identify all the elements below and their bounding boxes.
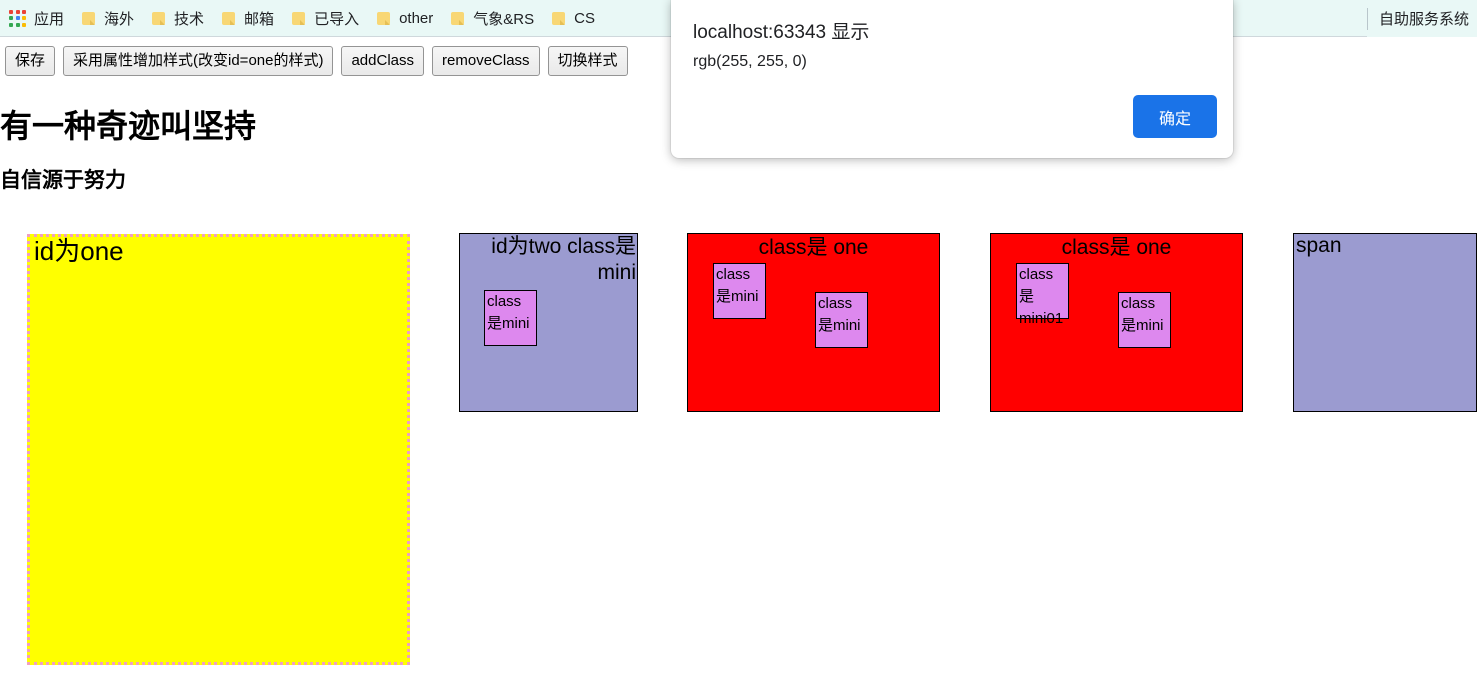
box-class-one-b[interactable]: class是 one class是mini01 class是mini (990, 233, 1243, 412)
apps-grid-icon (9, 9, 26, 27)
bookmark-item-qixiang-rs[interactable]: 气象&RS (444, 4, 543, 32)
bookmark-label: 气象&RS (473, 10, 535, 28)
mini-box[interactable]: class是mini (484, 290, 537, 346)
bookmark-label: other (399, 9, 434, 27)
dialog-ok-button[interactable]: 确定 (1133, 95, 1217, 138)
mini-box[interactable]: class是mini (713, 263, 766, 319)
box-id-one[interactable]: id为one (27, 234, 410, 665)
box-two-label: id为two class是mini (491, 235, 636, 284)
mini-box-label: class是mini (818, 295, 861, 334)
bookmark-label: CS (574, 9, 595, 27)
box-id-two[interactable]: id为two class是mini class是mini (459, 233, 638, 412)
mini-box-label: class是mini01 (1019, 266, 1064, 327)
add-class-button[interactable]: addClass (341, 45, 425, 76)
box-one-label: id为one (34, 236, 124, 266)
folder-icon (551, 11, 566, 26)
folder-icon (376, 11, 391, 26)
mini-box-label: class是mini (487, 293, 530, 332)
bookmark-item-jishu[interactable]: 技术 (145, 4, 213, 32)
box-span-label: span (1296, 234, 1342, 257)
mini-box-label: class是mini (716, 266, 759, 305)
folder-icon (291, 11, 306, 26)
bookmark-label: 海外 (104, 10, 135, 28)
mini-box-01[interactable]: class是mini01 (1016, 263, 1069, 327)
folder-icon (221, 11, 236, 26)
box-four-label: class是 one (1061, 236, 1172, 259)
box-three-label: class是 one (758, 236, 869, 259)
folder-icon (81, 11, 96, 26)
javascript-alert-dialog: localhost:63343 显示 rgb(255, 255, 0) 确定 (671, 0, 1233, 158)
bookmark-item-yidaoru[interactable]: 已导入 (285, 4, 368, 32)
bookmark-item-youxiang[interactable]: 邮箱 (215, 4, 283, 32)
dialog-origin-text: localhost:63343 显示 (693, 22, 870, 43)
bookmark-label: 技术 (174, 10, 205, 28)
remove-class-button[interactable]: removeClass (432, 45, 540, 76)
mini-box-label: class是mini (1121, 295, 1164, 334)
bookmark-label: 已导入 (314, 10, 360, 28)
folder-icon (151, 11, 166, 26)
page-title: 有一种奇迹叫坚持 (0, 108, 257, 144)
bookmark-item-cs[interactable]: CS (545, 4, 604, 32)
box-span[interactable]: span (1293, 233, 1477, 412)
bookmark-item-other[interactable]: other (370, 4, 442, 32)
page-subtitle: 自信源于努力 (0, 169, 126, 192)
box-class-one-a[interactable]: class是 one class是mini class是mini (687, 233, 940, 412)
bookmark-divider (1366, 7, 1368, 30)
bookmark-label: 自助服务系统 (1378, 11, 1469, 28)
bookmark-item-haiwai[interactable]: 海外 (75, 4, 143, 32)
bookmark-apps[interactable]: 应用 (0, 4, 73, 32)
apply-attr-style-button[interactable]: 采用属性增加样式(改变id=one的样式) (63, 45, 334, 76)
bookmark-apps-label: 应用 (34, 10, 65, 28)
save-button[interactable]: 保存 (5, 45, 56, 76)
bookmark-item-self-service[interactable]: 自助服务系统 (1366, 0, 1477, 37)
dialog-message-text: rgb(255, 255, 0) (693, 53, 807, 70)
bookmark-label: 邮箱 (244, 10, 275, 28)
mini-box[interactable]: class是mini (815, 292, 868, 348)
mini-box[interactable]: class是mini (1118, 292, 1171, 348)
toggle-class-button[interactable]: 切换样式 (547, 45, 628, 76)
folder-icon (450, 11, 465, 26)
